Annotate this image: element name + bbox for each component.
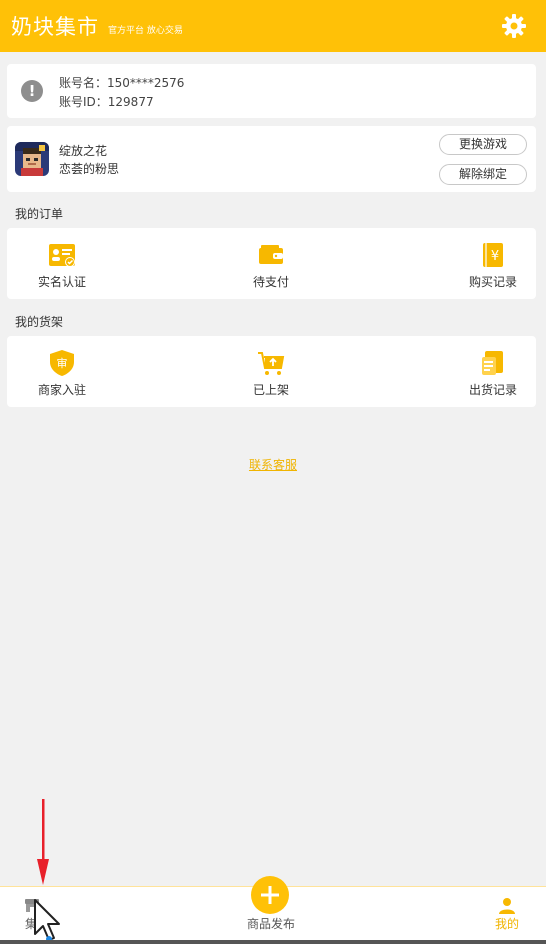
game-card: 绽放之花 恋荟的粉思 更换游戏 解除绑定 <box>7 126 536 192</box>
purchase-history-label: 购买记录 <box>468 275 517 289</box>
merchant-join-label: 商家入驻 <box>37 383 86 397</box>
shield-badge-icon: 审 <box>50 350 74 376</box>
plus-icon <box>261 886 279 904</box>
account-name: 账号名：150****2576 <box>59 76 185 90</box>
change-game-button[interactable]: 更换游戏 <box>439 134 527 155</box>
account-id: 账号ID：129877 <box>59 95 154 109</box>
shipment-history-item[interactable]: 出货记录 <box>433 336 546 407</box>
contact-service-link[interactable]: 联系客服 <box>0 456 546 473</box>
pending-payment-item[interactable]: 待支付 <box>211 228 331 299</box>
cart-upload-icon <box>258 352 285 375</box>
purchase-history-item[interactable]: ¥ 购买记录 <box>433 228 546 299</box>
wallet-icon <box>259 245 283 264</box>
gear-icon[interactable] <box>501 13 527 39</box>
pending-payment-label: 待支付 <box>252 275 289 289</box>
app-header: 奶块集市 官方平台 放心交易 <box>0 0 546 52</box>
mouse-cursor-icon <box>34 899 60 942</box>
app-slogan: 官方平台 放心交易 <box>108 25 183 36</box>
app-title: 奶块集市 <box>11 15 99 39</box>
publish-button[interactable] <box>251 876 289 914</box>
tab-mine-label: 我的 <box>494 917 519 931</box>
real-name-auth-item[interactable]: 实名认证 <box>2 228 122 299</box>
game-name: 绽放之花 <box>59 144 108 158</box>
unbind-button[interactable]: 解除绑定 <box>439 164 527 185</box>
merchant-join-item[interactable]: 审 商家入驻 <box>2 336 122 407</box>
annotation-arrow-icon <box>37 799 49 885</box>
orders-card: 实名认证 待支付 ¥ 购买记录 <box>7 228 536 299</box>
shelf-section-title: 我的货架 <box>15 315 64 329</box>
shipment-history-label: 出货记录 <box>468 383 517 397</box>
system-nav-bar <box>0 940 546 944</box>
game-username: 恋荟的粉思 <box>59 162 120 176</box>
listed-item[interactable]: 已上架 <box>211 336 331 407</box>
alert-icon: ! <box>21 80 43 102</box>
svg-text:审: 审 <box>57 356 68 370</box>
receipt-yen-icon: ¥ <box>483 243 503 267</box>
shelf-card: 审 商家入驻 已上架 出货记录 <box>7 336 536 407</box>
orders-section-title: 我的订单 <box>15 207 64 221</box>
svg-text:¥: ¥ <box>491 249 499 264</box>
account-card: ! 账号名：150****2576 账号ID：129877 <box>7 64 536 118</box>
user-icon <box>499 898 515 914</box>
shipment-record-icon <box>482 351 503 375</box>
id-card-icon <box>49 244 75 267</box>
tab-publish-label: 商品发布 <box>246 917 295 931</box>
game-avatar-icon <box>15 142 49 176</box>
tab-mine[interactable]: 我的 <box>447 887 546 944</box>
real-name-auth-label: 实名认证 <box>37 275 86 289</box>
listed-label: 已上架 <box>252 383 289 397</box>
